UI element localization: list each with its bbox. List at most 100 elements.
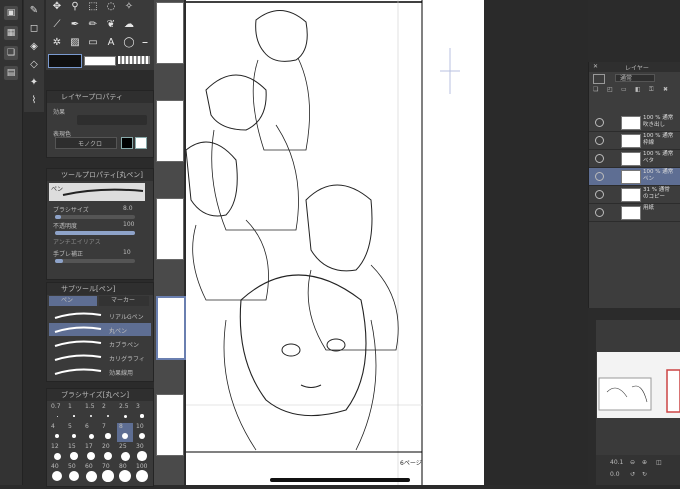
pencil-icon[interactable]: ✏ xyxy=(86,18,100,32)
select-icon[interactable]: ⬚ xyxy=(86,0,100,14)
brush-size-cell[interactable]: 5 xyxy=(66,423,82,442)
brush-size-cell[interactable]: 60 xyxy=(83,463,99,482)
fit-icon[interactable]: ◫ xyxy=(656,459,662,466)
close-icon[interactable]: ✕ xyxy=(593,63,598,70)
layer-row[interactable]: 100 % 通常 吹き出し xyxy=(589,114,680,132)
brush-size-cell[interactable]: 10 xyxy=(134,423,150,442)
layer-row[interactable]: 100 % 通常 ペン xyxy=(589,168,680,186)
zoom-value[interactable]: 40.1 xyxy=(610,459,623,466)
subtool-item[interactable]: 効果線用 xyxy=(49,365,151,378)
main-color-swatch[interactable] xyxy=(48,54,82,68)
lock-icon[interactable]: ⚿ xyxy=(649,86,654,94)
new-vector-layer-icon[interactable]: ◰ xyxy=(607,86,613,93)
eraser-tool-icon[interactable]: ◻ xyxy=(27,22,41,36)
zoom-icon[interactable]: ⚲ xyxy=(68,0,82,14)
brush-size-cell[interactable]: 15 xyxy=(66,443,82,462)
brush-size-cell[interactable]: 3 xyxy=(134,403,150,422)
brush-size-cell[interactable]: 50 xyxy=(66,463,82,482)
layer-row[interactable]: 31 % 通常 のコピー xyxy=(589,186,680,204)
brush-size-cell[interactable]: 7 xyxy=(100,423,116,442)
folder-icon[interactable]: ▤ xyxy=(4,66,18,80)
rotate-right-icon[interactable]: ↻ xyxy=(642,471,647,478)
brush-size-cell[interactable]: 20 xyxy=(100,443,116,462)
layer-row[interactable]: 100 % 通常 枠線 xyxy=(589,132,680,150)
new-folder-icon[interactable]: ▭ xyxy=(621,86,627,93)
correction-tool-icon[interactable]: ⌇ xyxy=(27,94,41,108)
stabilization-slider[interactable] xyxy=(55,259,135,263)
brush-size-cell[interactable]: 70 xyxy=(100,463,116,482)
brush-size-cell[interactable]: 4 xyxy=(49,423,65,442)
brush-size-cell[interactable]: 1.5 xyxy=(83,403,99,422)
lasso-icon[interactable]: ◌ xyxy=(104,0,118,14)
brush-size-cell[interactable]: 17 xyxy=(83,443,99,462)
brush-size-cell[interactable]: 6 xyxy=(83,423,99,442)
layer-color-icon[interactable] xyxy=(593,74,605,84)
fill-tool-icon[interactable]: ◈ xyxy=(27,40,41,54)
expression-color-select[interactable]: モノクロ xyxy=(55,137,117,149)
navigator-preview[interactable] xyxy=(597,352,680,418)
grid-icon[interactable]: ▦ xyxy=(4,26,18,40)
brush-size-slider[interactable] xyxy=(55,215,135,219)
layer-row[interactable]: 100 % 通常 ベタ xyxy=(589,150,680,168)
zoom-in-icon[interactable]: ⊕ xyxy=(642,459,647,466)
visibility-eye-icon[interactable] xyxy=(595,154,604,163)
subtool-item[interactable]: カブラペン xyxy=(49,337,151,350)
airbrush-icon[interactable]: ☁ xyxy=(122,18,136,32)
subtool-item[interactable]: リアルGペン xyxy=(49,309,151,322)
brush-size-cell[interactable]: 80 xyxy=(117,463,133,482)
blend-mode-select[interactable]: 通常 xyxy=(615,74,655,82)
brush-size-cell[interactable]: 1 xyxy=(66,403,82,422)
page-thumbnail[interactable] xyxy=(156,394,184,456)
black-color-button[interactable] xyxy=(121,137,133,149)
gradient-icon[interactable]: ▨ xyxy=(68,36,82,50)
brush-size-cell[interactable]: 2 xyxy=(100,403,116,422)
balloon-icon[interactable]: ◯ xyxy=(122,36,136,50)
brush-size-cell[interactable]: 2.5 xyxy=(117,403,133,422)
brush-size-cell[interactable]: 25 xyxy=(117,443,133,462)
pen-icon[interactable]: ✒ xyxy=(68,18,82,32)
brush-size-cell[interactable]: 12 xyxy=(49,443,65,462)
layer-row[interactable]: 用紙 xyxy=(589,204,680,222)
tab-pen[interactable]: ペン xyxy=(49,296,97,306)
page-thumbnail[interactable] xyxy=(156,100,184,162)
zoom-out-icon[interactable]: ⊖ xyxy=(630,459,635,466)
layer-icon[interactable]: ❑ xyxy=(4,46,18,60)
new-layer-icon[interactable]: ❏ xyxy=(593,86,598,93)
page-thumbnail[interactable] xyxy=(156,198,184,260)
rotate-left-icon[interactable]: ↺ xyxy=(630,471,635,478)
subtool-item[interactable]: カリグラフィ xyxy=(49,351,151,364)
line-correction-icon[interactable]: ⎯ xyxy=(138,36,152,50)
mask-icon[interactable]: ◧ xyxy=(635,86,641,93)
brush-icon[interactable]: ❦ xyxy=(104,18,118,32)
delete-icon[interactable]: ✖ xyxy=(663,86,668,93)
wand-icon[interactable]: ✧ xyxy=(122,0,136,14)
visibility-eye-icon[interactable] xyxy=(595,118,604,127)
sub-color-swatch[interactable] xyxy=(84,56,116,66)
brush-size-cell[interactable]: 0.7 xyxy=(49,403,65,422)
tab-marker[interactable]: マーカー xyxy=(99,296,149,306)
page-thumbnail[interactable] xyxy=(156,2,184,64)
pen-tool-icon[interactable]: ✎ xyxy=(27,4,41,18)
text-icon[interactable]: A xyxy=(104,36,118,50)
visibility-eye-icon[interactable] xyxy=(595,172,604,181)
subtool-item[interactable]: 丸ペン xyxy=(49,323,151,336)
eyedropper-icon[interactable]: ⟋ xyxy=(50,18,64,32)
brush-size-cell[interactable]: 100 xyxy=(134,463,150,482)
brush-size-cell[interactable]: 30 xyxy=(134,443,150,462)
visibility-eye-icon[interactable] xyxy=(595,208,604,217)
figure-tool-icon[interactable]: ◇ xyxy=(27,58,41,72)
transparent-color-swatch[interactable] xyxy=(118,56,150,64)
brush-size-cell[interactable]: 8 xyxy=(117,423,133,442)
white-color-button[interactable] xyxy=(135,137,147,149)
visibility-eye-icon[interactable] xyxy=(595,190,604,199)
rotation-value[interactable]: 0.0 xyxy=(610,471,620,478)
text-tool-icon[interactable]: ✦ xyxy=(27,76,41,90)
decoration-icon[interactable]: ✲ xyxy=(50,36,64,50)
effect-buttons[interactable] xyxy=(77,115,147,125)
navigator-icon[interactable]: ▣ xyxy=(4,6,18,20)
figure-icon[interactable]: ▭ xyxy=(86,36,100,50)
page-thumbnail-selected[interactable] xyxy=(156,296,186,360)
brush-size-cell[interactable]: 40 xyxy=(49,463,65,482)
visibility-eye-icon[interactable] xyxy=(595,136,604,145)
move-icon[interactable]: ✥ xyxy=(50,0,64,14)
